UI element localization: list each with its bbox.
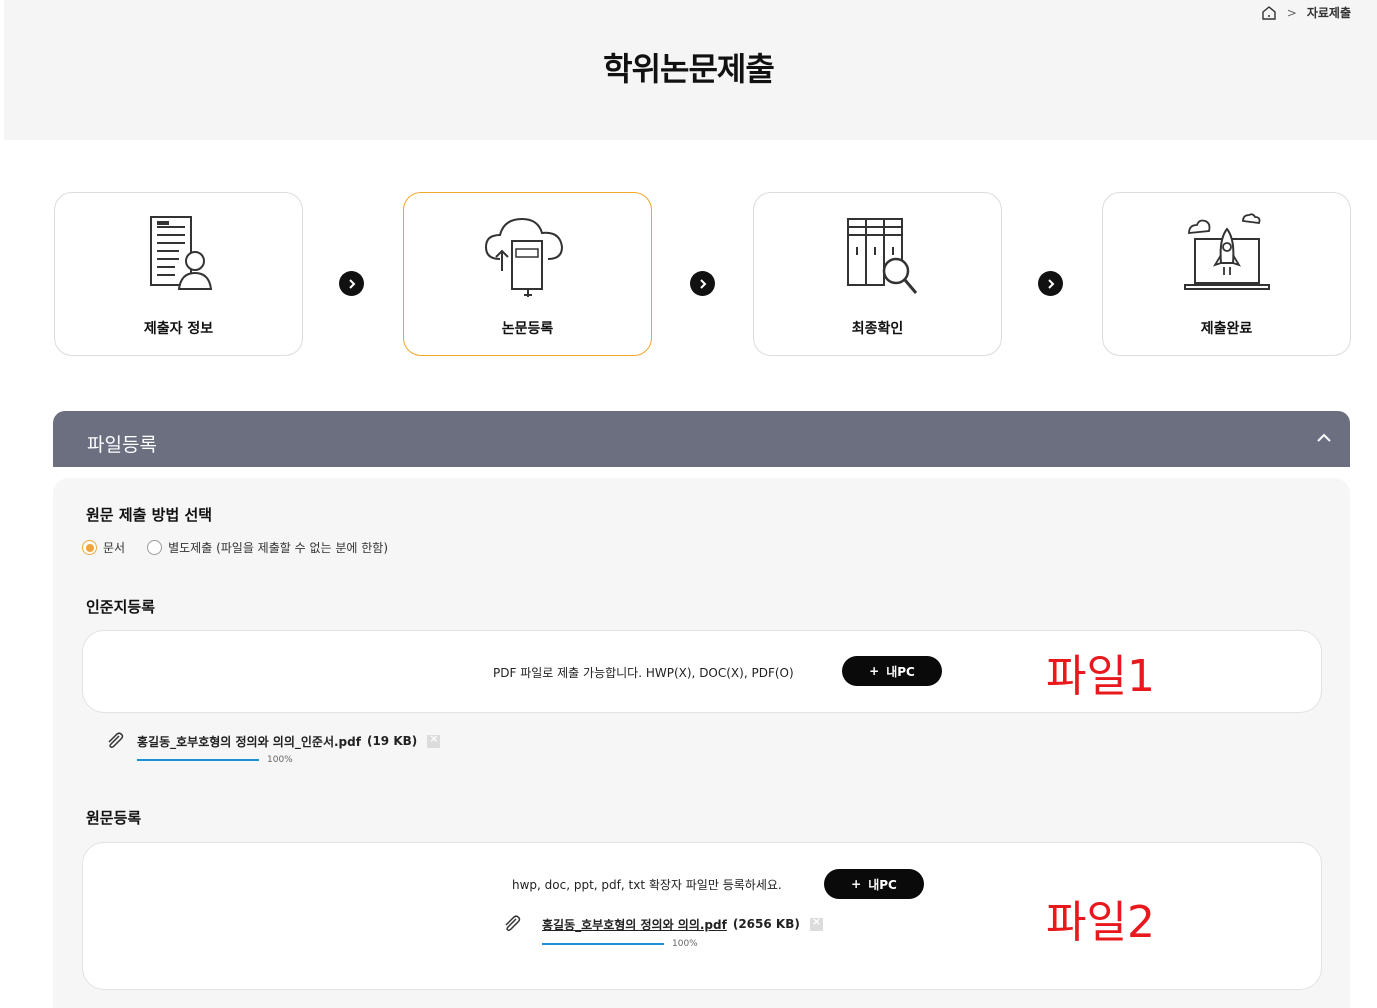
delete-file-icon[interactable] bbox=[427, 732, 441, 748]
original-upload-title: 원문등록 bbox=[86, 809, 142, 827]
step-thesis-register[interactable]: 논문등록 bbox=[403, 192, 652, 356]
file-size: (2656 KB) bbox=[732, 917, 800, 931]
progress-fill bbox=[542, 943, 664, 945]
step-label: 최종확인 bbox=[851, 321, 904, 337]
breadcrumb-current[interactable]: 자료제출 bbox=[1307, 4, 1351, 21]
annotation-file2: 파일2 bbox=[1046, 897, 1155, 948]
delete-file-icon[interactable] bbox=[809, 915, 823, 931]
step-submitter-info[interactable]: 제출자 정보 bbox=[54, 192, 303, 356]
approval-upload-hint: PDF 파일로 제출 가능합니다. HWP(X), DOC(X), PDF(O) bbox=[493, 666, 794, 680]
next-arrow-icon bbox=[339, 271, 364, 296]
approval-my-pc-button[interactable]: + 내PC bbox=[842, 656, 942, 686]
original-upload-progress: 100% bbox=[542, 939, 698, 949]
radio-option-document[interactable]: 문서 bbox=[82, 539, 125, 556]
laptop-rocket-icon bbox=[1183, 213, 1270, 290]
file-register-section-header[interactable]: 파일등록 bbox=[53, 411, 1350, 467]
books-magnifier-icon bbox=[846, 218, 917, 294]
home-icon[interactable] bbox=[1261, 5, 1277, 21]
file-size: (19 KB) bbox=[366, 734, 418, 748]
approval-uploaded-file: 홍길동_호부호형의 정의와 의의_인준서.pdf (19 KB) bbox=[105, 731, 441, 751]
section-title: 파일등록 bbox=[87, 434, 157, 456]
approval-upload-title: 인준지등록 bbox=[86, 598, 156, 616]
radio-option-separate[interactable]: 별도제출 (파일을 제출할 수 없는 분에 한함) bbox=[147, 539, 388, 556]
original-uploaded-file: 홍길동_호부호형의 정의와 의의.pdf (2656 KB) bbox=[502, 914, 823, 934]
paperclip-icon bbox=[505, 915, 521, 932]
plus-icon: + bbox=[851, 877, 862, 891]
button-label: 내PC bbox=[886, 664, 915, 679]
file-name[interactable]: 홍길동_호부호형의 정의와 의의_인준서.pdf bbox=[137, 733, 361, 750]
paperclip-icon bbox=[108, 732, 124, 749]
document-person-icon bbox=[149, 216, 212, 290]
progress-label: 100% bbox=[267, 755, 293, 765]
breadcrumb: > 자료제출 bbox=[1261, 4, 1351, 21]
radio-label: 문서 bbox=[103, 541, 126, 555]
file-name[interactable]: 홍길동_호부호형의 정의와 의의.pdf bbox=[542, 916, 727, 933]
step-final-check[interactable]: 최종확인 bbox=[753, 192, 1002, 356]
page-title: 학위논문제출 bbox=[603, 50, 775, 88]
next-arrow-icon bbox=[690, 271, 715, 296]
next-arrow-icon bbox=[1038, 271, 1063, 296]
cloud-book-upload-icon bbox=[484, 217, 563, 297]
radio-button[interactable] bbox=[82, 540, 97, 555]
radio-button[interactable] bbox=[147, 540, 163, 555]
step-submit-complete[interactable]: 제출완료 bbox=[1102, 192, 1351, 356]
step-label: 제출자 정보 bbox=[143, 321, 214, 337]
progress-label: 100% bbox=[672, 939, 698, 949]
original-upload-hint: hwp, doc, ppt, pdf, txt 확장자 파일만 등록하세요. bbox=[512, 878, 782, 892]
annotation-file1: 파일1 bbox=[1046, 651, 1155, 702]
original-my-pc-button[interactable]: + 내PC bbox=[824, 869, 924, 899]
step-label: 논문등록 bbox=[501, 321, 554, 337]
submission-method-title: 원문 제출 방법 선택 bbox=[86, 506, 213, 524]
breadcrumb-separator: > bbox=[1286, 5, 1297, 20]
plus-icon: + bbox=[869, 664, 880, 678]
submission-method-radio-group: 문서 별도제출 (파일을 제출할 수 없는 분에 한함) bbox=[82, 539, 410, 556]
chevron-up-icon[interactable] bbox=[1316, 431, 1332, 445]
step-label: 제출완료 bbox=[1200, 321, 1253, 337]
radio-label: 별도제출 (파일을 제출할 수 없는 분에 한함) bbox=[168, 541, 389, 555]
button-label: 내PC bbox=[868, 877, 897, 892]
progress-fill bbox=[137, 759, 259, 761]
approval-upload-progress: 100% bbox=[137, 755, 293, 765]
